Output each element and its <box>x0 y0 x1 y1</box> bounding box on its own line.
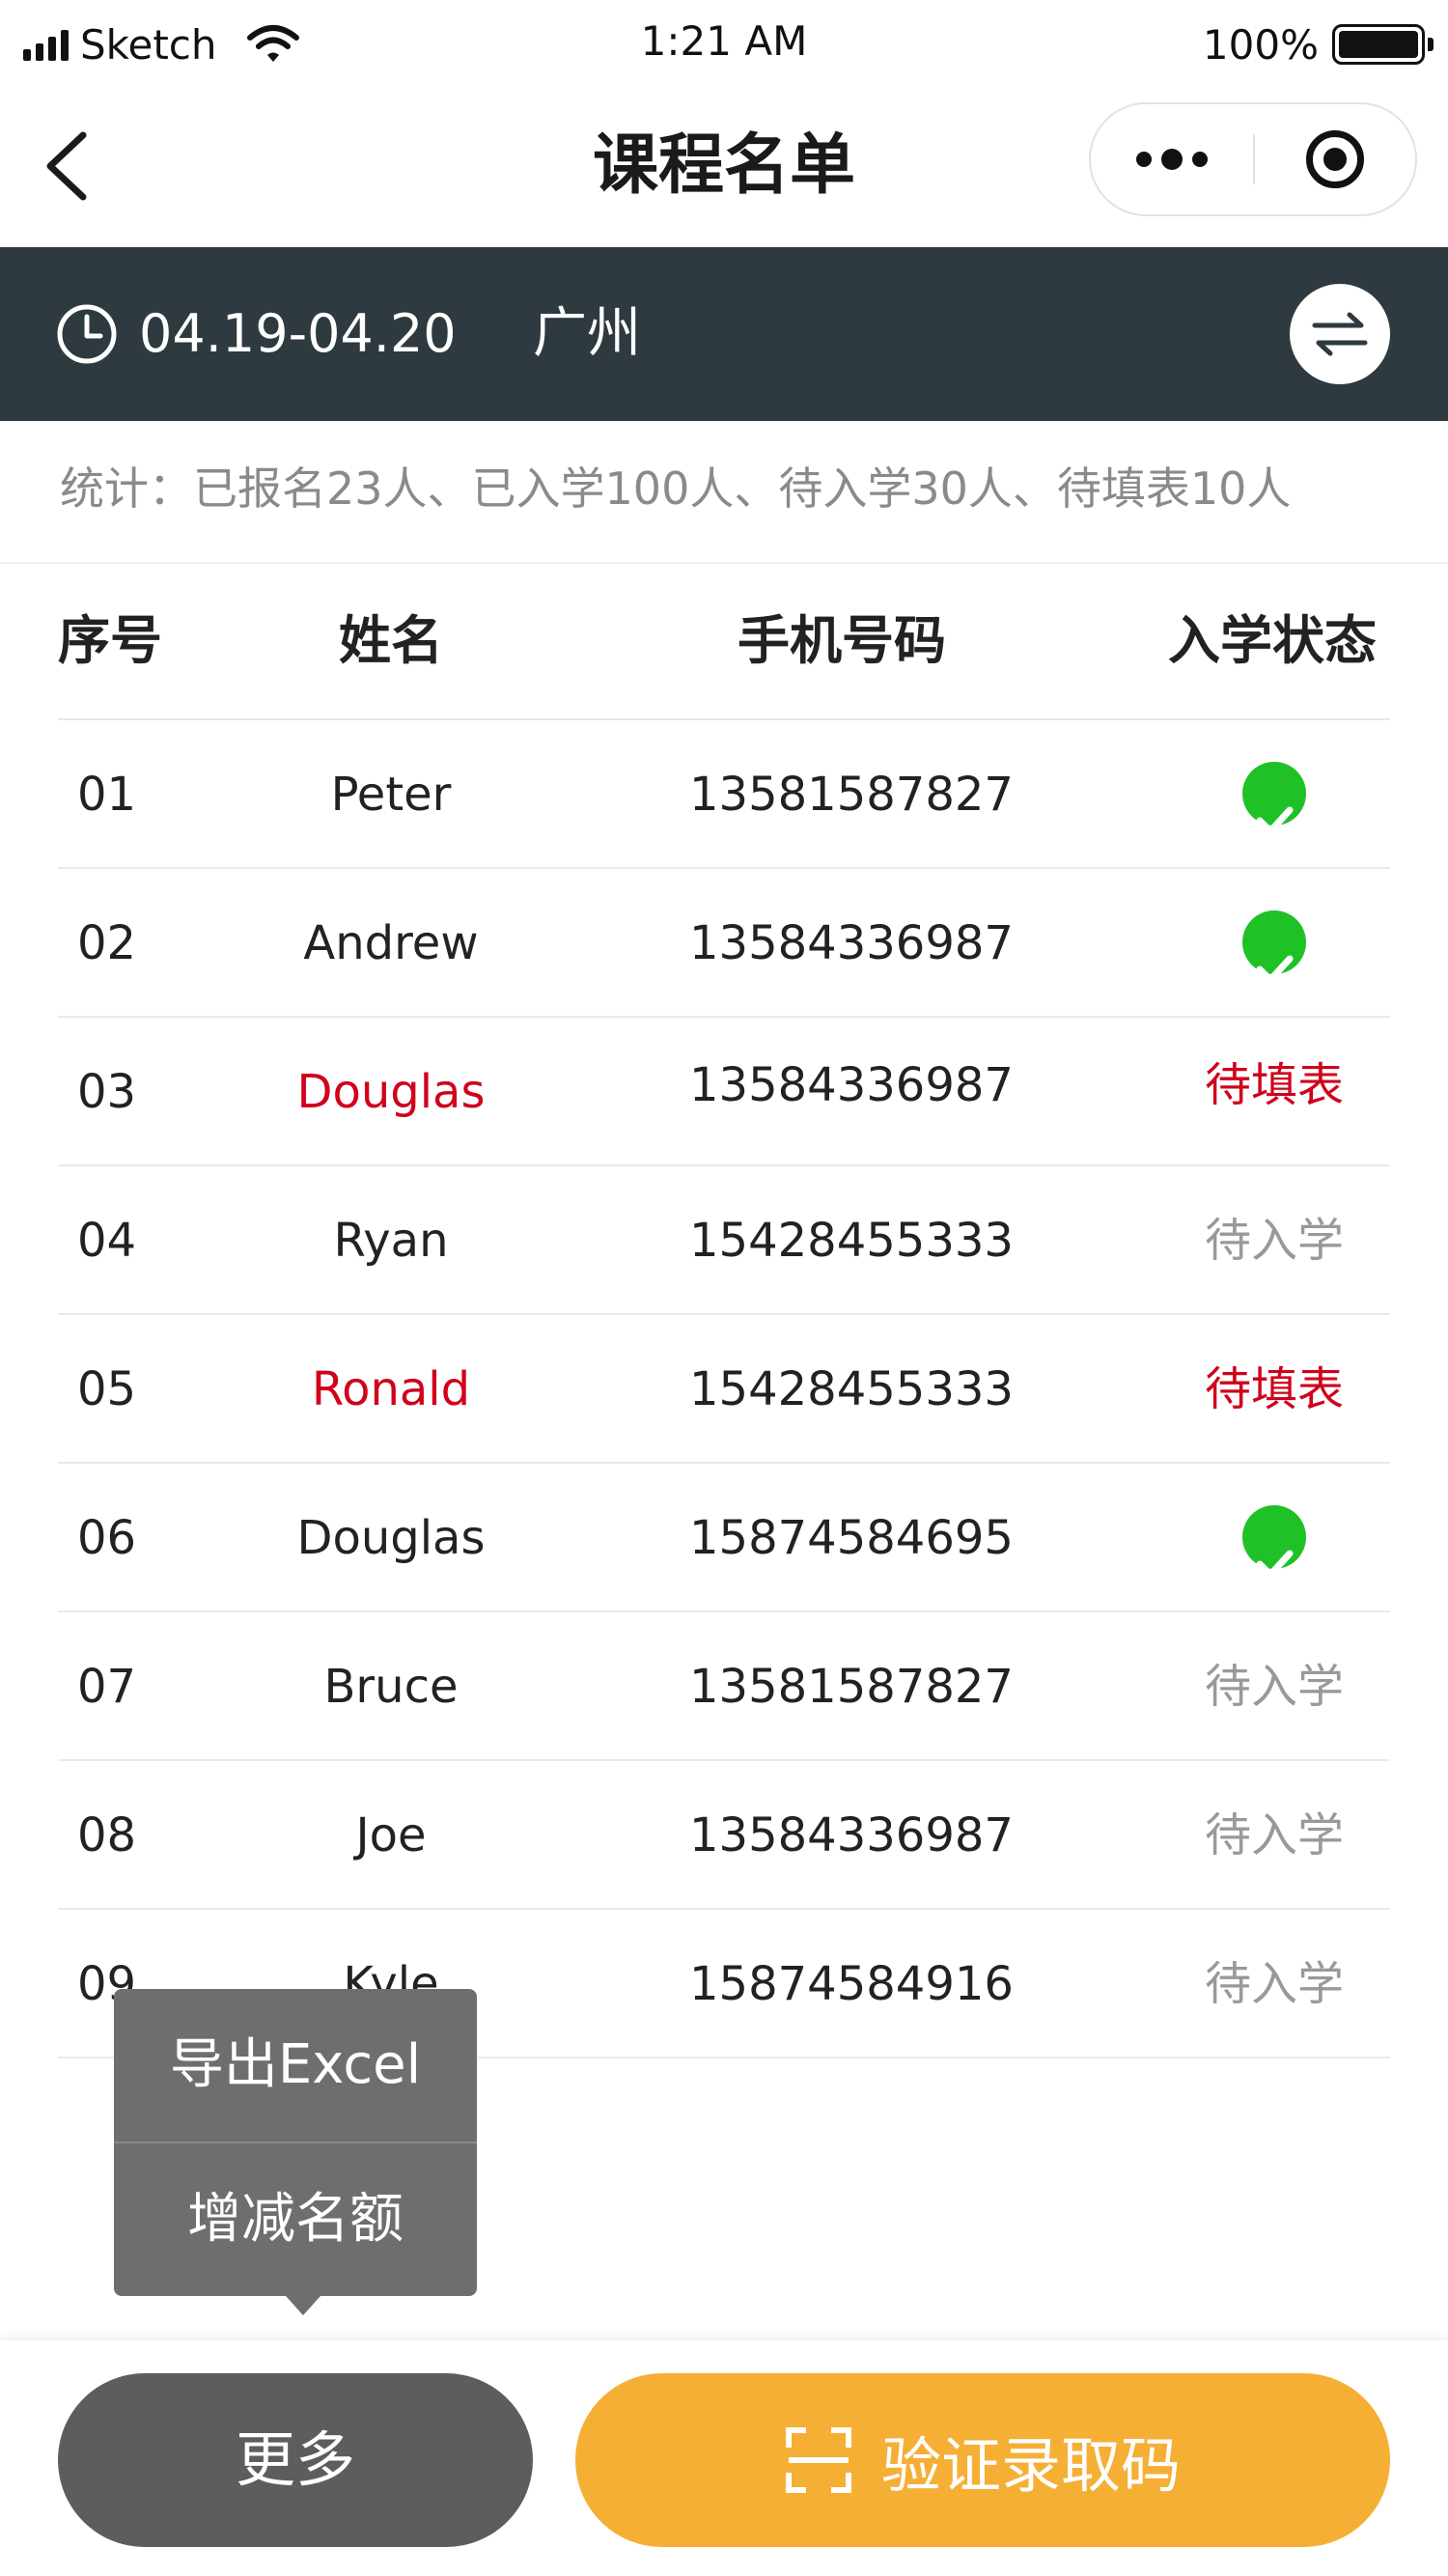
more-button[interactable]: 更多 <box>58 2373 533 2547</box>
row-number: 06 <box>77 1511 137 1565</box>
check-circle-icon <box>1242 910 1306 984</box>
row-number: 04 <box>77 1214 137 1268</box>
row-number: 02 <box>77 916 137 970</box>
header-phone: 手机号码 <box>738 610 946 671</box>
phone-number: 13584336987 <box>689 1058 1014 1112</box>
miniprogram-capsule <box>1089 102 1417 216</box>
bottom-action-bar: 更多 验证录取码 <box>0 2340 1448 2576</box>
student-name: Douglas <box>296 1511 486 1565</box>
status-pending-enroll: 待入学 <box>1204 1660 1344 1714</box>
row-number: 08 <box>77 1808 137 1862</box>
phone-number: 13581587827 <box>689 768 1014 822</box>
phone-number: 15874584916 <box>689 1957 1014 2011</box>
table-row[interactable]: 08 Joe 13584336987 待入学 <box>0 1761 1448 1910</box>
export-excel-menu-item[interactable]: 导出Excel <box>114 1989 477 2142</box>
popup-arrow <box>286 2296 320 2315</box>
stats-summary: 统计：已报名23人、已入学100人、待入学30人、待填表10人 <box>60 462 1292 515</box>
table-row[interactable]: 07 Bruce 13581587827 待入学 <box>0 1612 1448 1761</box>
table-body: 01 Peter 13581587827 02 Andrew 135843369… <box>0 720 1448 2058</box>
status-right: 100% <box>1202 17 1434 71</box>
check-circle-icon <box>1242 762 1306 835</box>
student-name: Ronald <box>311 1362 471 1416</box>
battery-icon <box>1332 24 1434 65</box>
table-row[interactable]: 01 Peter 13581587827 <box>0 720 1448 869</box>
row-number: 01 <box>77 768 137 822</box>
student-name: Andrew <box>303 916 479 970</box>
header-name: 姓名 <box>339 610 443 671</box>
status-pending-form: 待填表 <box>1204 1362 1344 1416</box>
scan-icon <box>785 2427 851 2493</box>
table-row[interactable]: 04 Ryan 15428455333 待入学 <box>0 1166 1448 1315</box>
status-pending-form: 待填表 <box>1204 1058 1344 1112</box>
check-circle-icon <box>1242 1505 1306 1579</box>
table-header: 序号 姓名 手机号码 入学状态 <box>0 564 1448 718</box>
row-number: 05 <box>77 1362 137 1416</box>
table-row[interactable]: 02 Andrew 13584336987 <box>0 869 1448 1018</box>
more-dots-icon[interactable] <box>1091 104 1253 214</box>
phone-number: 15428455333 <box>689 1214 1014 1268</box>
swap-arrows-icon <box>1312 312 1368 356</box>
header-number: 序号 <box>58 610 162 671</box>
phone-number: 13584336987 <box>689 1808 1014 1862</box>
phone-number: 15428455333 <box>689 1362 1014 1416</box>
row-number: 07 <box>77 1660 137 1714</box>
verify-code-button[interactable]: 验证录取码 <box>575 2373 1390 2547</box>
header-status: 入学状态 <box>1168 610 1377 671</box>
status-pending-enroll: 待入学 <box>1204 1214 1344 1268</box>
phone-number: 13584336987 <box>689 916 1014 970</box>
student-name: Bruce <box>323 1660 459 1714</box>
battery-percent: 100% <box>1202 20 1319 69</box>
clock-icon <box>57 304 117 364</box>
target-close-icon[interactable] <box>1255 104 1415 214</box>
course-info-bar: 04.19-04.20 广州 <box>0 247 1448 421</box>
status-cell <box>1158 720 1390 869</box>
student-name: Douglas <box>296 1065 486 1119</box>
status-pending-enroll: 待入学 <box>1204 1957 1344 2011</box>
verify-code-label: 验证录取码 <box>880 2430 1181 2501</box>
adjust-quota-menu-item[interactable]: 增减名额 <box>114 2143 477 2296</box>
status-cell <box>1158 1464 1390 1612</box>
table-row[interactable]: 06 Douglas 15874584695 <box>0 1464 1448 1612</box>
table-row[interactable]: 03 Douglas 13584336987 待填表 <box>0 1018 1448 1166</box>
status-cell <box>1158 869 1390 1018</box>
phone-number: 15874584695 <box>689 1511 1014 1565</box>
switch-course-button[interactable] <box>1290 284 1390 384</box>
status-pending-enroll: 待入学 <box>1204 1808 1344 1862</box>
nav-bar: 课程名单 <box>0 85 1448 247</box>
student-name: Joe <box>355 1808 427 1862</box>
student-name: Ryan <box>333 1214 449 1268</box>
table-row[interactable]: 05 Ronald 15428455333 待填表 <box>0 1315 1448 1464</box>
date-range: 04.19-04.20 <box>139 303 457 364</box>
more-popup-menu: 导出Excel 增减名额 <box>114 1989 477 2296</box>
phone-number: 13581587827 <box>689 1660 1014 1714</box>
row-number: 03 <box>77 1065 137 1119</box>
status-bar: Sketch 1:21 AM 100% <box>0 0 1448 85</box>
student-name: Peter <box>330 768 452 822</box>
city-label: 广州 <box>533 302 641 365</box>
